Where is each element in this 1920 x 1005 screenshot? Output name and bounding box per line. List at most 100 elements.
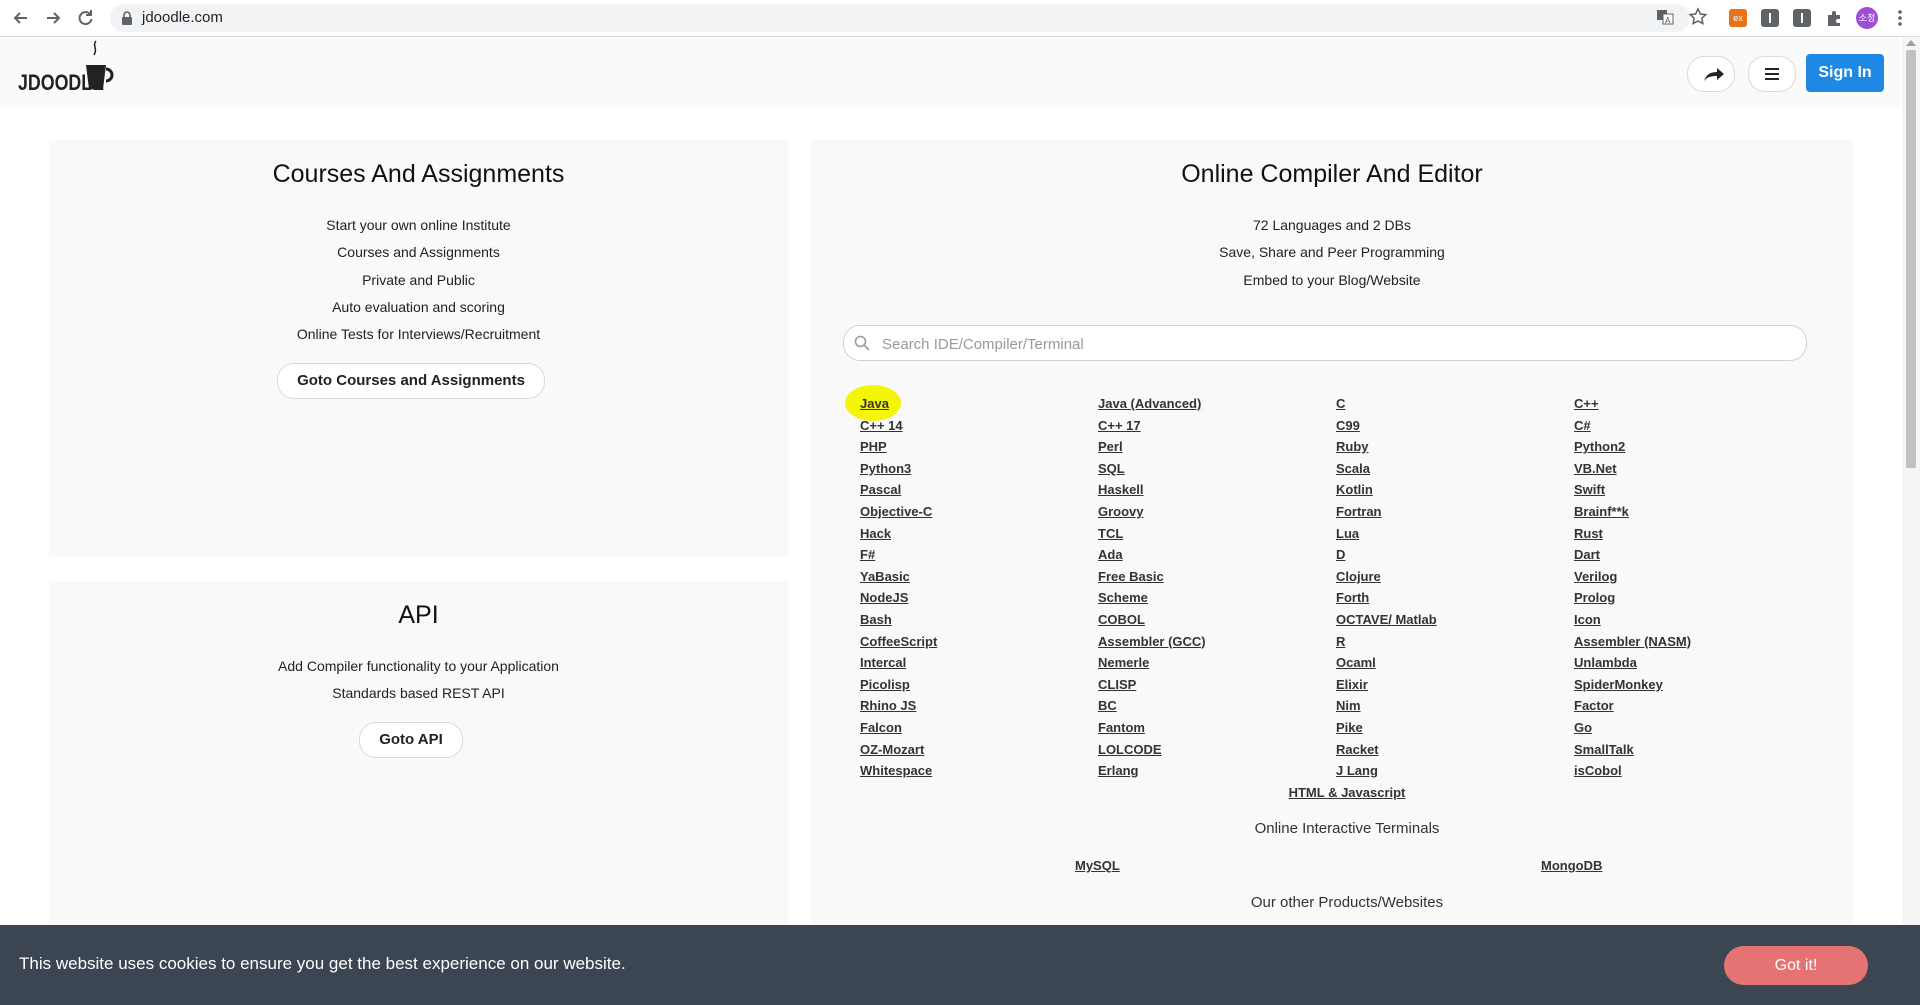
language-link[interactable]: Scheme <box>1098 587 1336 609</box>
language-link[interactable]: C <box>1336 393 1574 415</box>
language-link[interactable]: Falcon <box>860 717 1098 739</box>
language-link[interactable]: C++ 17 <box>1098 415 1336 437</box>
bookmark-star-icon[interactable] <box>1688 7 1708 26</box>
language-link[interactable]: Dart <box>1574 544 1810 566</box>
language-link[interactable]: C++ <box>1574 393 1810 415</box>
back-arrow-icon[interactable] <box>11 8 31 28</box>
puzzle-icon[interactable] <box>1825 9 1843 27</box>
language-link[interactable]: Fantom <box>1098 717 1336 739</box>
language-link[interactable]: Groovy <box>1098 501 1336 523</box>
language-link[interactable]: Erlang <box>1098 760 1336 782</box>
html-javascript-link[interactable]: HTML & Javascript <box>826 785 1868 800</box>
kebab-menu-icon[interactable] <box>1890 8 1910 28</box>
language-link[interactable]: Intercal <box>860 652 1098 674</box>
terminal-link-mongodb[interactable]: MongoDB <box>1541 858 1602 873</box>
reload-icon[interactable] <box>75 8 95 28</box>
terminal-link-mysql[interactable]: MySQL <box>1075 858 1120 873</box>
language-link[interactable]: Rust <box>1574 523 1810 545</box>
extension-icon[interactable] <box>1761 9 1779 27</box>
language-link[interactable]: Clojure <box>1336 566 1574 588</box>
language-link[interactable]: Brainf**k <box>1574 501 1810 523</box>
scroll-up-arrow-icon[interactable] <box>1906 40 1916 46</box>
extension-icon-2[interactable] <box>1793 9 1811 27</box>
language-link[interactable]: Java (Advanced) <box>1098 393 1336 415</box>
language-link[interactable]: OZ-Mozart <box>860 739 1098 761</box>
goto-courses-button[interactable]: Goto Courses and Assignments <box>277 363 545 399</box>
language-link[interactable]: Objective-C <box>860 501 1098 523</box>
language-link[interactable]: CLISP <box>1098 674 1336 696</box>
jdoodle-logo[interactable]: JDOODLE <box>16 39 126 101</box>
language-link[interactable]: Hack <box>860 523 1098 545</box>
forward-arrow-icon[interactable] <box>43 8 63 28</box>
avatar[interactable]: 소정 <box>1856 7 1878 29</box>
language-link[interactable]: C99 <box>1336 415 1574 437</box>
language-link[interactable]: isCobol <box>1574 760 1810 782</box>
language-link[interactable]: Java <box>860 393 1098 415</box>
language-link[interactable]: Racket <box>1336 739 1574 761</box>
language-link[interactable]: SQL <box>1098 458 1336 480</box>
language-link[interactable]: Python3 <box>860 458 1098 480</box>
language-link[interactable]: Python2 <box>1574 436 1810 458</box>
language-link[interactable]: Scala <box>1336 458 1574 480</box>
language-link[interactable]: Ocaml <box>1336 652 1574 674</box>
language-link[interactable]: Nim <box>1336 695 1574 717</box>
translate-icon[interactable]: A <box>1656 8 1674 26</box>
language-link[interactable]: BC <box>1098 695 1336 717</box>
language-link[interactable]: F# <box>860 544 1098 566</box>
language-link[interactable]: Forth <box>1336 587 1574 609</box>
language-link[interactable]: YaBasic <box>860 566 1098 588</box>
language-link[interactable]: Ada <box>1098 544 1336 566</box>
language-link[interactable]: Perl <box>1098 436 1336 458</box>
language-link[interactable]: Factor <box>1574 695 1810 717</box>
language-link[interactable]: Unlambda <box>1574 652 1810 674</box>
language-link[interactable]: Whitespace <box>860 760 1098 782</box>
page-scrollbar[interactable] <box>1902 37 1920 925</box>
language-link[interactable]: LOLCODE <box>1098 739 1336 761</box>
language-link[interactable]: Verilog <box>1574 566 1810 588</box>
language-link[interactable]: Swift <box>1574 479 1810 501</box>
language-link[interactable]: OCTAVE/ Matlab <box>1336 609 1574 631</box>
search-box[interactable] <box>843 325 1807 361</box>
language-link[interactable]: Lua <box>1336 523 1574 545</box>
sign-in-button[interactable]: Sign In <box>1806 54 1884 92</box>
language-link[interactable]: Assembler (NASM) <box>1574 631 1810 653</box>
search-input[interactable] <box>880 330 1794 358</box>
language-link[interactable]: SpiderMonkey <box>1574 674 1810 696</box>
goto-api-button[interactable]: Goto API <box>359 722 463 758</box>
language-link[interactable]: Pike <box>1336 717 1574 739</box>
extension-ex-icon[interactable]: ex <box>1729 9 1747 27</box>
language-link[interactable]: CoffeeScript <box>860 631 1098 653</box>
language-link[interactable]: COBOL <box>1098 609 1336 631</box>
language-link[interactable]: C# <box>1574 415 1810 437</box>
language-link[interactable]: Elixir <box>1336 674 1574 696</box>
language-link[interactable]: Kotlin <box>1336 479 1574 501</box>
courses-line: Courses and Assignments <box>337 244 500 260</box>
language-link[interactable]: Go <box>1574 717 1810 739</box>
language-link[interactable]: PHP <box>860 436 1098 458</box>
language-link[interactable]: D <box>1336 544 1574 566</box>
language-link[interactable]: Nemerle <box>1098 652 1336 674</box>
language-link[interactable]: C++ 14 <box>860 415 1098 437</box>
share-button[interactable] <box>1687 56 1735 92</box>
language-link[interactable]: Free Basic <box>1098 566 1336 588</box>
address-bar[interactable]: jdoodle.com <box>110 4 1690 32</box>
language-link[interactable]: Ruby <box>1336 436 1574 458</box>
language-link[interactable]: Rhino JS <box>860 695 1098 717</box>
language-link[interactable]: Fortran <box>1336 501 1574 523</box>
language-link[interactable]: Haskell <box>1098 479 1336 501</box>
language-link[interactable]: Assembler (GCC) <box>1098 631 1336 653</box>
language-link[interactable]: R <box>1336 631 1574 653</box>
language-link[interactable]: VB.Net <box>1574 458 1810 480</box>
language-link[interactable]: Icon <box>1574 609 1810 631</box>
language-link[interactable]: NodeJS <box>860 587 1098 609</box>
language-link[interactable]: SmallTalk <box>1574 739 1810 761</box>
language-link[interactable]: Picolisp <box>860 674 1098 696</box>
cookie-accept-button[interactable]: Got it! <box>1724 946 1868 985</box>
language-link[interactable]: TCL <box>1098 523 1336 545</box>
language-link[interactable]: Prolog <box>1574 587 1810 609</box>
language-link[interactable]: J Lang <box>1336 760 1574 782</box>
menu-button[interactable] <box>1748 56 1796 92</box>
scroll-thumb[interactable] <box>1906 50 1916 468</box>
language-link[interactable]: Bash <box>860 609 1098 631</box>
language-link[interactable]: Pascal <box>860 479 1098 501</box>
